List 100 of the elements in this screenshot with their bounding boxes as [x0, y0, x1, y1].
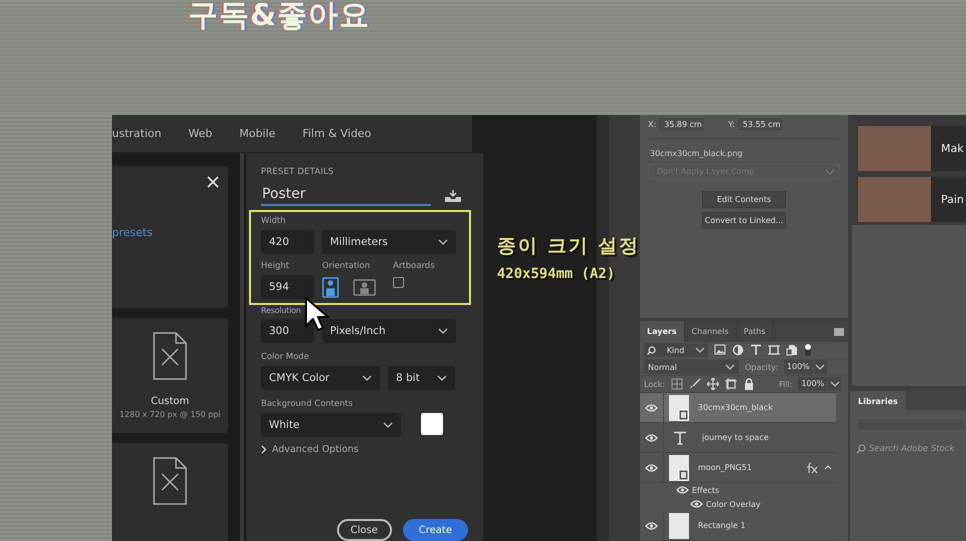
preset-card[interactable]: [112, 443, 228, 541]
eye-icon[interactable]: [645, 464, 658, 472]
dropdown[interactable]: White: [261, 413, 401, 437]
advanced-options-toggle[interactable]: Advanced Options: [261, 444, 471, 455]
fill-dropdown[interactable]: [828, 377, 842, 392]
fill-field[interactable]: 100%: [798, 377, 828, 392]
layer-row[interactable]: 30cmx30cm_black: [640, 393, 836, 423]
image-filter-icon[interactable]: [714, 344, 726, 356]
dropdown[interactable]: 8 bit: [388, 366, 455, 390]
field-label: Resolution: [261, 306, 302, 315]
input-field[interactable]: 594: [261, 275, 314, 299]
field-label: Orientation: [322, 261, 371, 271]
panel-tab[interactable]: Libraries: [850, 391, 906, 412]
file-name: 30cmx30cm_black.png: [650, 149, 742, 158]
preset-name-field[interactable]: Poster: [261, 186, 431, 206]
presets-link[interactable]: presets: [112, 226, 153, 239]
category-tab[interactable]: ustration: [112, 124, 174, 144]
close-icon[interactable]: [207, 176, 219, 188]
layer-name: moon_PNG51: [698, 463, 752, 472]
caption-text: 420x594mm (A2): [497, 266, 616, 282]
chevron-right-icon: [261, 445, 267, 454]
layer-row[interactable]: Rectangle 1: [640, 511, 836, 541]
chevron-down-icon: [830, 381, 840, 388]
shape-filter-icon[interactable]: [768, 344, 780, 356]
artboard-lock-icon[interactable]: [724, 378, 737, 390]
half-circle-icon[interactable]: [732, 344, 744, 356]
category-tab[interactable]: Film & Video: [302, 124, 384, 144]
search-icon: [856, 444, 866, 454]
properties-button[interactable]: Convert to Linked...: [702, 212, 786, 229]
input-field[interactable]: 300: [261, 319, 314, 343]
input-field[interactable]: 420: [261, 230, 314, 254]
menu-icon[interactable]: [834, 328, 844, 336]
tutorial-card[interactable]: Pain: [858, 177, 966, 222]
preset-detail: 1280 x 720 px @ 150 ppi: [119, 410, 221, 419]
search-icon: [647, 346, 656, 355]
field-label: Artboards: [393, 261, 435, 271]
properties-button[interactable]: Edit Contents: [702, 191, 786, 208]
chevron-up-icon[interactable]: [824, 465, 832, 470]
shape-thumbnail-icon: [669, 512, 689, 538]
blend-mode-dropdown[interactable]: Normal: [644, 360, 739, 374]
scrollbar[interactable]: [238, 153, 246, 541]
type-icon: [673, 430, 687, 444]
layer-name: journey to space: [702, 433, 769, 442]
layer-name: Rectangle 1: [698, 521, 746, 530]
chevron-down-icon: [438, 328, 448, 334]
opacity-dropdown[interactable]: [814, 360, 827, 374]
panel-tab[interactable]: Paths: [736, 321, 774, 342]
category-tab[interactable]: Mobile: [239, 124, 288, 144]
field-label: X:: [648, 120, 656, 128]
checker-lock-icon[interactable]: [670, 378, 683, 390]
y-field[interactable]: 53.55 cm: [738, 118, 782, 130]
caption-text: 종이 크기 설정: [497, 234, 640, 259]
field-label: Lock:: [644, 380, 665, 389]
eye-icon[interactable]: [690, 500, 703, 508]
smart-object-icon[interactable]: [786, 344, 798, 356]
create-button[interactable]: Create: [402, 519, 468, 541]
color-swatch[interactable]: [421, 413, 443, 435]
eye-icon[interactable]: [676, 486, 689, 494]
eye-icon[interactable]: [645, 434, 658, 442]
effect-name: Color Overlay: [706, 500, 761, 508]
document-icon: [152, 457, 188, 505]
type-icon[interactable]: [750, 344, 762, 356]
dropdown[interactable]: CMYK Color: [261, 366, 380, 390]
field-label: Width: [261, 216, 287, 226]
dropdown[interactable]: Pixels/Inch: [322, 319, 456, 343]
effect-name: Effects: [692, 486, 720, 494]
layer-name: 30cmx30cm_black: [698, 403, 773, 412]
category-tab[interactable]: Web: [188, 124, 226, 144]
banner-text: 구독&좋아요: [188, 0, 370, 32]
eye-icon[interactable]: [645, 522, 658, 530]
field-label: Height: [261, 261, 290, 271]
landscape-icon[interactable]: [353, 276, 376, 298]
move-icon[interactable]: [706, 378, 719, 390]
close-button[interactable]: Close: [336, 519, 392, 541]
dropdown[interactable]: Millimeters: [322, 230, 456, 254]
x-field[interactable]: 35.89 cm: [659, 118, 704, 130]
field-label: Opacity:: [745, 362, 778, 372]
panel-tab[interactable]: Layers: [640, 321, 685, 342]
preset-name: Custom: [150, 396, 190, 407]
field-label: Color Mode: [261, 352, 310, 362]
portrait-icon[interactable]: [322, 276, 339, 298]
eye-icon[interactable]: [645, 404, 658, 412]
preset-card[interactable]: Custom 1280 x 720 px @ 150 ppi: [112, 318, 228, 433]
chevron-down-icon: [362, 375, 372, 381]
tutorial-card[interactable]: Mak: [858, 126, 966, 171]
download-icon[interactable]: [445, 190, 461, 202]
field-label: Background Contents: [261, 399, 354, 409]
lock-icon[interactable]: [742, 378, 755, 390]
opacity-field[interactable]: 100%: [784, 360, 813, 374]
field-label: Fill:: [778, 380, 792, 389]
chevron-down-icon: [383, 422, 393, 428]
checkbox[interactable]: [393, 277, 404, 288]
toggle-icon[interactable]: [804, 343, 812, 358]
layer-row[interactable]: journey to space: [640, 423, 836, 453]
brush-icon[interactable]: [688, 378, 701, 390]
chevron-down-icon: [695, 347, 705, 354]
panel-tab[interactable]: Channels: [684, 321, 737, 342]
chevron-down-icon: [825, 168, 835, 174]
layer-row[interactable]: moon_PNG51: [640, 453, 836, 483]
filter-dropdown[interactable]: Kind: [644, 343, 708, 358]
